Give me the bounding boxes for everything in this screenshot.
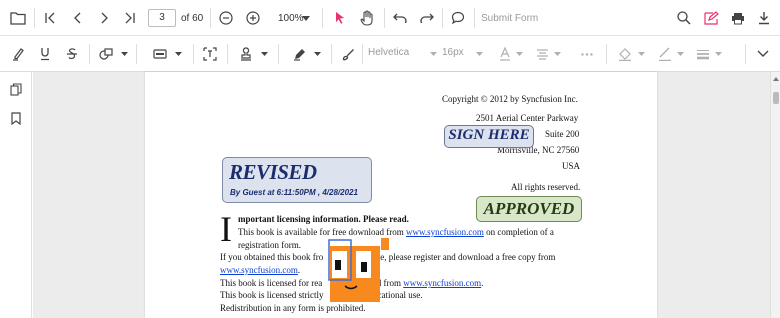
open-folder-icon[interactable]: [8, 8, 28, 28]
font-color-caret-icon[interactable]: [514, 50, 524, 58]
sticker-ear: [381, 238, 389, 250]
strikethrough-icon[interactable]: [62, 44, 82, 64]
paragraph-line-1: This book is available for free download…: [238, 227, 554, 237]
more-options-icon[interactable]: [578, 44, 596, 64]
text-align-icon[interactable]: [533, 44, 551, 64]
paragraph-line-4: www.syncfusion.com.: [220, 265, 301, 275]
fill-color-icon[interactable]: [616, 44, 634, 64]
toolbar-divider: [34, 8, 35, 28]
syncfusion-link[interactable]: www.syncfusion.com: [403, 278, 481, 288]
line-thickness-caret-icon[interactable]: [713, 50, 723, 58]
highlight-icon[interactable]: [8, 44, 28, 64]
annotation-edit-icon[interactable]: [701, 8, 721, 28]
text-align-caret-icon[interactable]: [552, 50, 562, 58]
toolbar-divider: [136, 44, 137, 64]
drop-cap-letter: I: [220, 209, 232, 249]
revised-stamp[interactable]: REVISED By Guest at 6:11:50PM , 4/28/202…: [222, 157, 372, 203]
free-text-box-icon[interactable]: [200, 44, 220, 64]
page-number-input[interactable]: 3: [148, 9, 176, 27]
font-family-caret-icon[interactable]: [428, 50, 438, 58]
page-total-label: of 60: [181, 13, 204, 24]
signature-caret-icon[interactable]: [259, 50, 269, 58]
syncfusion-link[interactable]: www.syncfusion.com: [220, 265, 298, 275]
ink-pen-icon[interactable]: [290, 44, 310, 64]
address-line-1: 2501 Aerial Center Parkway: [476, 113, 579, 123]
toolbar-divider: [474, 8, 475, 28]
toolbar-divider: [331, 44, 332, 64]
paragraph-line-7: Redistribution in any form is prohibited…: [220, 303, 366, 313]
custom-sticker-annotation[interactable]: [325, 232, 395, 302]
undo-icon[interactable]: [390, 8, 410, 28]
zoom-in-icon[interactable]: [243, 8, 263, 28]
sticker-right-pupil: [361, 262, 367, 272]
toolbar-divider: [384, 8, 385, 28]
font-family-dropdown[interactable]: Helvetica: [368, 47, 409, 58]
toolbar-divider: [278, 44, 279, 64]
toolbar-divider: [227, 44, 228, 64]
zoom-dropdown[interactable]: 100%: [278, 13, 304, 24]
toolbar-divider: [362, 44, 363, 64]
page-thumbnails-icon[interactable]: [7, 80, 25, 98]
font-color-icon[interactable]: [496, 44, 514, 64]
selection-pointer-icon[interactable]: [330, 8, 350, 28]
toolbar-divider: [606, 44, 607, 64]
toolbar-divider: [442, 8, 443, 28]
toolbar-divider: [322, 8, 323, 28]
signature-icon[interactable]: [236, 44, 256, 64]
scrollbar-thumb[interactable]: [773, 92, 779, 104]
next-page-icon[interactable]: [94, 8, 114, 28]
licensing-heading: mportant licensing information. Please r…: [238, 214, 409, 224]
fill-color-caret-icon[interactable]: [636, 50, 646, 58]
vertical-scrollbar[interactable]: [770, 72, 780, 318]
toolbar-divider: [193, 44, 194, 64]
sign-here-stamp[interactable]: SIGN HERE: [444, 125, 534, 148]
redo-icon[interactable]: [417, 8, 437, 28]
download-icon[interactable]: [754, 8, 774, 28]
previous-page-icon[interactable]: [68, 8, 88, 28]
pan-hand-icon[interactable]: [357, 8, 377, 28]
print-icon[interactable]: [728, 8, 748, 28]
shapes-caret-icon[interactable]: [119, 50, 129, 58]
main-toolbar: 3 of 60 100% Submit Form: [0, 0, 780, 36]
zoom-dropdown-caret-icon[interactable]: [301, 12, 311, 24]
stamp-caret-icon[interactable]: [173, 50, 183, 58]
search-icon[interactable]: [674, 8, 694, 28]
toolbar-divider: [210, 8, 211, 28]
comment-icon[interactable]: [448, 8, 468, 28]
navigation-sidebar: [0, 72, 32, 318]
zoom-out-icon[interactable]: [216, 8, 236, 28]
revised-stamp-subtitle: By Guest at 6:11:50PM , 4/28/2021: [230, 188, 358, 197]
font-size-dropdown[interactable]: 16px: [442, 47, 464, 58]
brush-icon[interactable]: [338, 44, 358, 64]
stroke-color-icon[interactable]: [656, 44, 674, 64]
bookmark-icon[interactable]: [7, 109, 25, 127]
stroke-color-caret-icon[interactable]: [675, 50, 685, 58]
syncfusion-link[interactable]: www.syncfusion.com: [406, 227, 484, 237]
toolbar-divider: [745, 44, 746, 64]
toolbar-divider: [89, 44, 90, 64]
address-line-2: Suite 200: [545, 129, 580, 139]
collapse-toolbar-chevron-icon[interactable]: [753, 44, 773, 64]
line-thickness-icon[interactable]: [694, 44, 712, 64]
first-page-icon[interactable]: [40, 8, 60, 28]
last-page-icon[interactable]: [120, 8, 140, 28]
stamp-icon[interactable]: [150, 44, 170, 64]
copyright-line: Copyright © 2012 by Syncfusion Inc.: [442, 94, 578, 104]
ink-pen-caret-icon[interactable]: [312, 50, 322, 58]
rights-line: All rights reserved.: [511, 182, 581, 192]
submit-form-button[interactable]: Submit Form: [481, 13, 538, 24]
paragraph-line-2: registration form.: [238, 240, 301, 250]
underline-icon[interactable]: [35, 44, 55, 64]
address-country: USA: [562, 161, 581, 171]
font-size-caret-icon[interactable]: [474, 50, 484, 58]
revised-stamp-title: REVISED: [229, 160, 317, 184]
approved-stamp[interactable]: APPROVED: [476, 196, 582, 222]
annotation-toolbar: Helvetica 16px: [0, 36, 780, 72]
shapes-icon[interactable]: [96, 44, 116, 64]
sticker-left-pupil: [335, 260, 341, 270]
scroll-up-arrow-icon[interactable]: [772, 75, 780, 83]
